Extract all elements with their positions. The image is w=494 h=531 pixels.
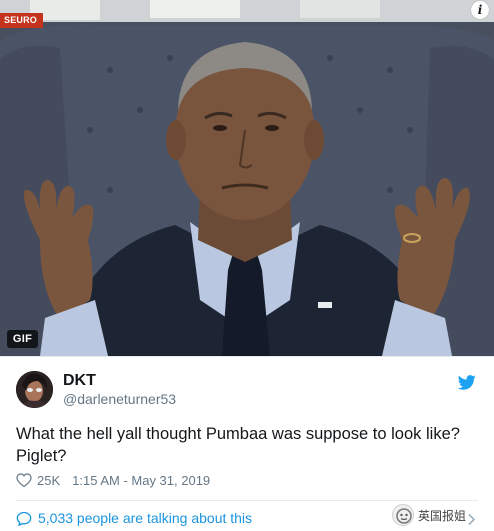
avatar-image	[16, 371, 53, 408]
like-count[interactable]: 25K	[37, 473, 60, 488]
user-handle[interactable]: @darleneturner53	[63, 391, 176, 407]
source-tag: SEURO	[0, 13, 44, 28]
tweet-card: DKT @darleneturner53 What the hell yall …	[0, 356, 494, 531]
tweet-meta: 25K 1:15 AM - May 31, 2019	[16, 471, 210, 489]
speech-bubble-icon	[16, 511, 32, 526]
talking-about-label: 5,033 people are talking about this	[38, 510, 253, 526]
info-icon[interactable]: i	[471, 1, 489, 19]
watermark-text: 英国报姐	[417, 508, 466, 523]
heart-icon[interactable]	[16, 473, 32, 487]
watermark: 英国报姐	[391, 504, 466, 526]
tweet-timestamp[interactable]: 1:15 AM - May 31, 2019	[72, 473, 210, 488]
chevron-right-icon[interactable]	[467, 513, 476, 526]
display-name[interactable]: DKT	[63, 372, 96, 390]
tweet-text: What the hell yall thought Pumbaa was su…	[16, 425, 460, 465]
talking-about-link[interactable]: 5,033 people are talking about this	[16, 510, 252, 526]
tweet-media-gif[interactable]: SEURO i GIF	[0, 0, 494, 356]
watermark-logo-icon	[391, 504, 414, 526]
gif-badge: GIF	[7, 330, 38, 348]
avatar[interactable]	[16, 371, 53, 408]
twitter-bird-icon[interactable]	[458, 375, 476, 390]
gif-frame-illustration	[0, 0, 494, 356]
divider	[16, 500, 478, 501]
